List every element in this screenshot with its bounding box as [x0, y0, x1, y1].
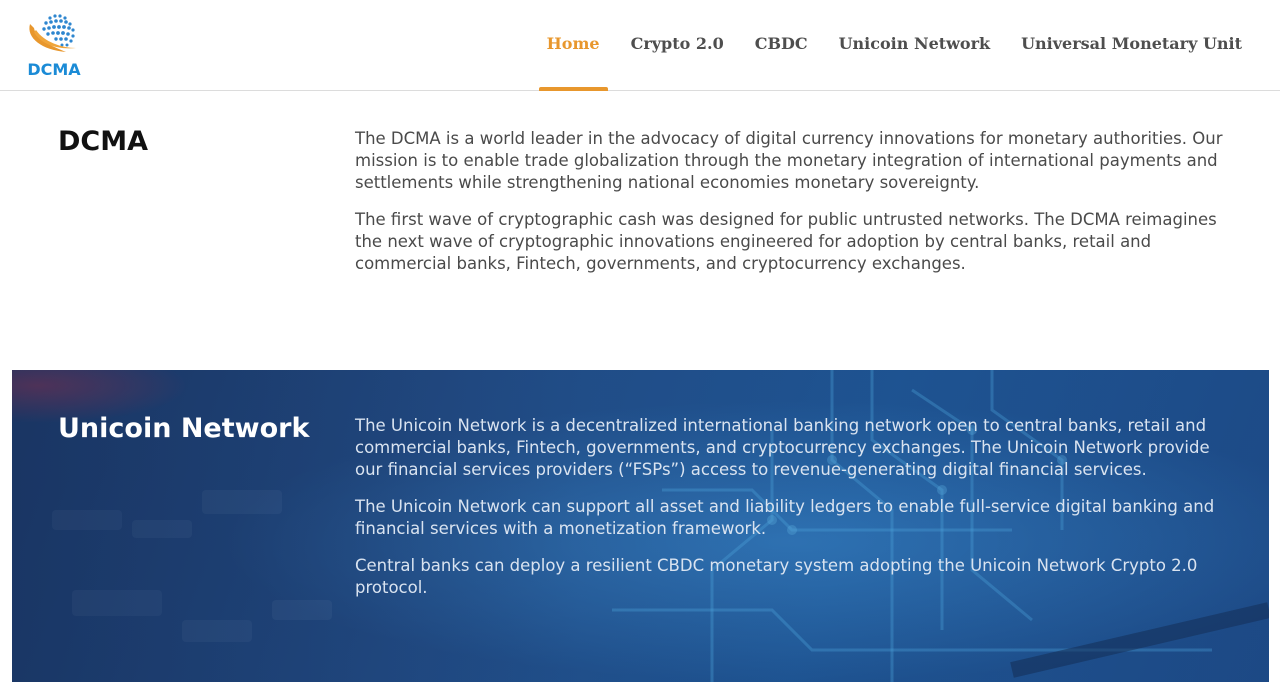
nav-unicoin-network[interactable]: Unicoin Network	[839, 0, 991, 90]
globe-swoosh-icon	[29, 14, 76, 52]
nav-universal-monetary-unit[interactable]: Universal Monetary Unit	[1021, 0, 1242, 90]
nav-home[interactable]: Home	[538, 0, 608, 91]
logo-text: DCMA	[27, 60, 81, 79]
unicoin-section-body: The Unicoin Network is a decentralized i…	[355, 415, 1230, 614]
dcma-section-title: DCMA	[58, 126, 148, 157]
dcma-paragraph: The DCMA is a world leader in the advoca…	[355, 129, 1223, 192]
unicoin-paragraph: The Unicoin Network is a decentralized i…	[355, 416, 1210, 479]
nav-crypto-2-0[interactable]: Crypto 2.0	[631, 0, 724, 90]
site-header: DCMA Home Crypto 2.0 CBDC Unicoin Networ…	[0, 0, 1280, 91]
dcma-section-body: The DCMA is a world leader in the advoca…	[355, 128, 1230, 290]
dcma-logo[interactable]: DCMA	[22, 8, 86, 80]
main-nav: Home Crypto 2.0 CBDC Unicoin Network Uni…	[516, 0, 1242, 91]
nav-cbdc[interactable]: CBDC	[755, 0, 808, 90]
dcma-paragraph: The first wave of cryptographic cash was…	[355, 210, 1217, 273]
unicoin-paragraph: Central banks can deploy a resilient CBD…	[355, 556, 1198, 597]
unicoin-paragraph: The Unicoin Network can support all asse…	[355, 497, 1215, 538]
unicoin-section-title: Unicoin Network	[58, 413, 310, 444]
